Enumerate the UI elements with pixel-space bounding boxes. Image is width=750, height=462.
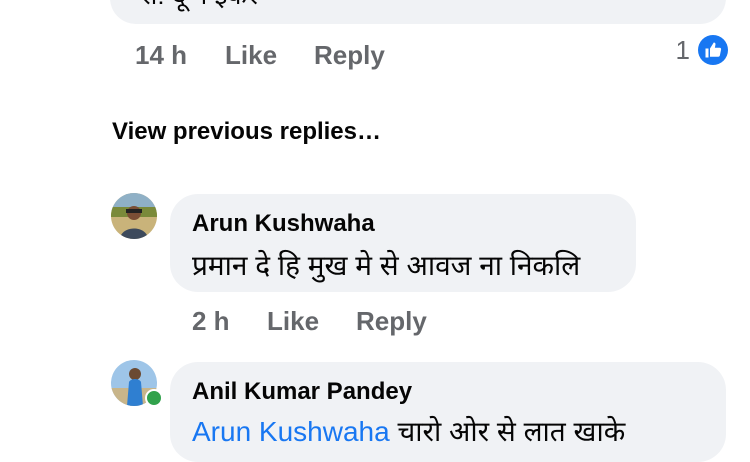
- comment-text-partial: रो! दू न ईकर: [140, 0, 258, 12]
- comment-bubble-top: रो! दू न ईकर: [110, 0, 726, 24]
- like-thumb-icon: [698, 35, 728, 65]
- comment-text: Arun Kushwaha चारो ओर से लात खाके: [192, 412, 625, 450]
- comment-text-body: चारो ओर से लात खाके: [397, 416, 626, 447]
- comment-timestamp[interactable]: 2 h: [192, 306, 230, 337]
- online-status-icon: [145, 389, 163, 407]
- avatar[interactable]: [111, 193, 157, 239]
- like-button[interactable]: Like: [267, 306, 319, 337]
- mention-link[interactable]: Arun Kushwaha: [192, 416, 390, 447]
- comment-text: प्रमान दे हि मुख मे से आवज ना निकलि: [192, 250, 581, 281]
- like-button[interactable]: Like: [225, 40, 277, 71]
- reaction-count: 1: [675, 34, 690, 65]
- reaction-summary[interactable]: 1: [676, 34, 728, 66]
- comment-timestamp[interactable]: 14 h: [135, 40, 187, 71]
- comment-author[interactable]: Anil Kumar Pandey: [192, 378, 412, 406]
- reply-button[interactable]: Reply: [314, 40, 385, 71]
- comment-bubble: Arun Kushwaha प्रमान दे हि मुख मे से आवज…: [170, 194, 636, 292]
- comment-bubble: Anil Kumar Pandey Arun Kushwaha चारो ओर …: [170, 362, 726, 462]
- comment-author[interactable]: Arun Kushwaha: [192, 210, 375, 238]
- view-previous-replies-link[interactable]: View previous replies…: [112, 118, 381, 146]
- reply-button[interactable]: Reply: [356, 306, 427, 337]
